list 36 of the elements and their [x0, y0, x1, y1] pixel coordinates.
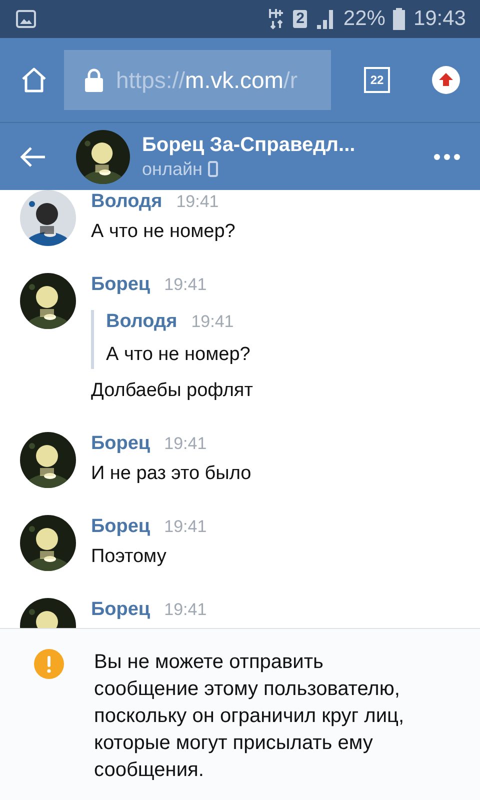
upload-icon[interactable]: [432, 66, 460, 94]
phone-icon: [208, 161, 218, 177]
battery-icon: [393, 8, 406, 30]
more-icon[interactable]: [434, 154, 460, 160]
message-time: 19:41: [164, 274, 207, 296]
message-text: А что не номер?: [91, 220, 236, 244]
network-icon: [269, 8, 286, 30]
message-text: Долбаебы рофлят: [91, 379, 253, 403]
lock-icon: [84, 68, 104, 92]
tab-count-button[interactable]: 22: [364, 67, 390, 93]
battery-percent: 22%: [343, 7, 386, 31]
online-status: онлайн: [142, 158, 202, 180]
message-time: 19:41: [164, 516, 207, 538]
message-time: 19:41: [191, 311, 234, 333]
author-name[interactable]: Борец: [91, 273, 150, 297]
warning-icon: [34, 649, 64, 679]
message-text: И не раз это было: [91, 462, 252, 486]
message-time: 19:41: [176, 191, 219, 213]
clock: 19:43: [413, 7, 466, 31]
message-time: 19:41: [164, 433, 207, 455]
signal-icon: [315, 9, 336, 29]
author-name[interactable]: Володя: [106, 310, 178, 334]
back-icon[interactable]: [20, 146, 46, 168]
message-text: Поэтому: [91, 545, 168, 569]
notice-text: Вы не можете отправить сообщение этому пользователю, поскольку он ограничил круг лиц, которые могут присылать ему сообщения.: [94, 650, 406, 783]
chat-title: Борец За-Справедл...: [142, 134, 356, 156]
sim-badge: 2: [293, 10, 308, 28]
author-name[interactable]: Борец: [91, 515, 150, 539]
author-name[interactable]: Володя: [91, 190, 162, 214]
image-icon: [16, 10, 36, 28]
message-time: 19:41: [164, 599, 207, 621]
home-icon[interactable]: [20, 67, 48, 93]
message-text: А что не номер?: [106, 343, 252, 367]
author-name[interactable]: Борец: [91, 432, 150, 456]
address-bar[interactable]: https://m.vk.com/r: [64, 50, 331, 110]
author-name[interactable]: Борец: [91, 598, 150, 622]
